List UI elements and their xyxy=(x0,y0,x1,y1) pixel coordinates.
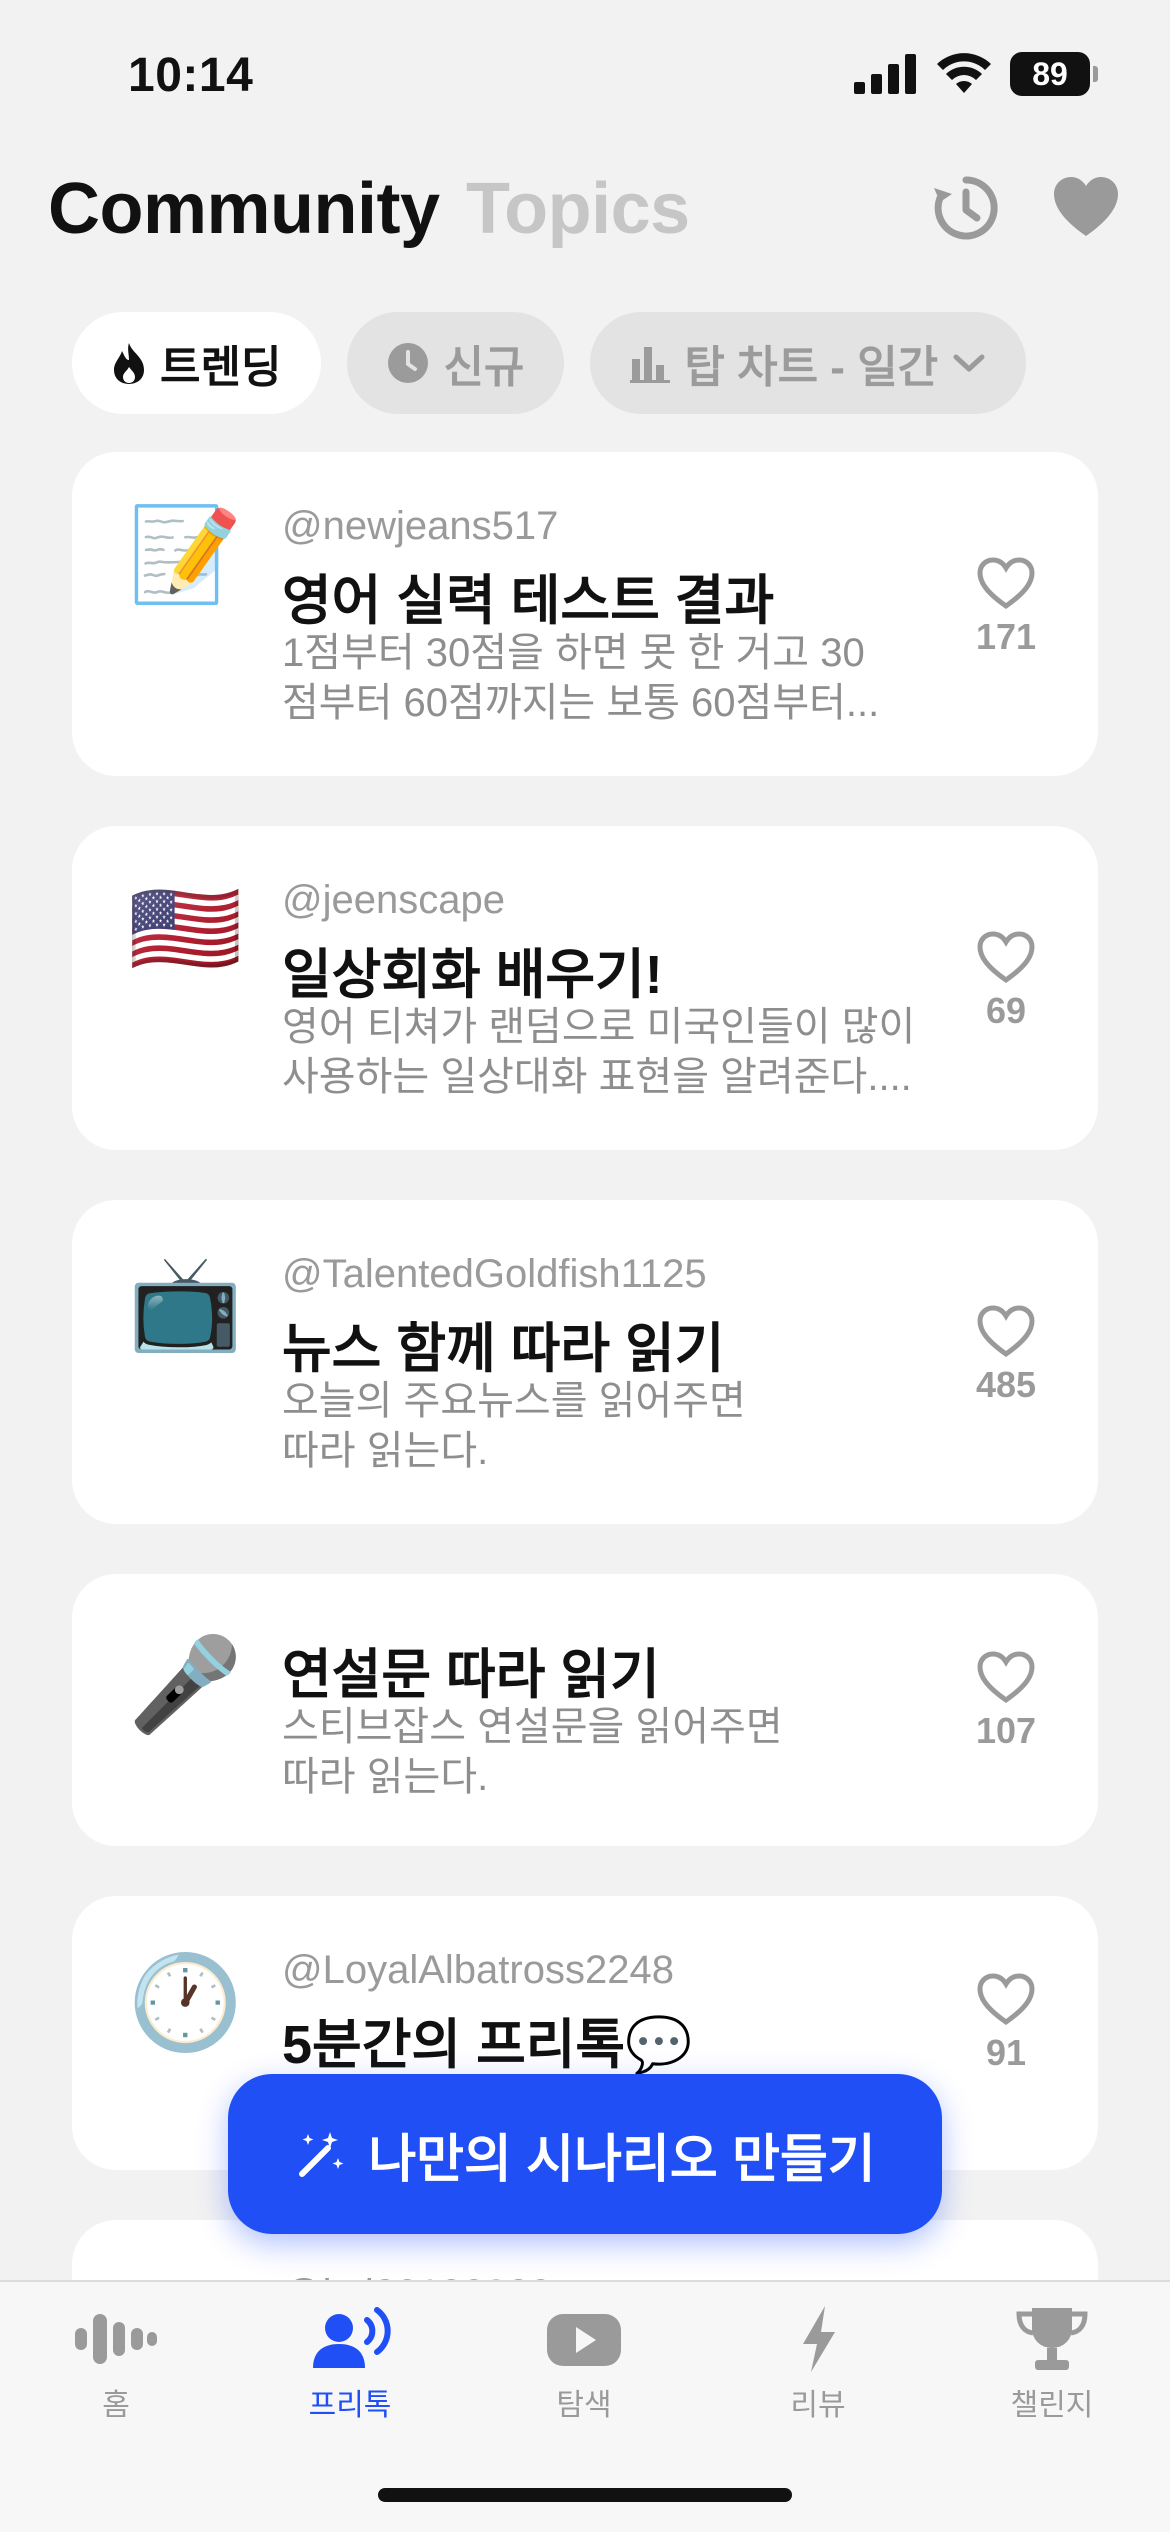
filter-trending[interactable]: 트렌딩 xyxy=(72,312,322,414)
person-speaking-icon xyxy=(313,2307,391,2368)
like-button[interactable]: 69 xyxy=(956,930,1056,1032)
create-scenario-button[interactable]: 나만의 시나리오 만들기 xyxy=(228,2074,942,2234)
battery-indicator: 89 xyxy=(1010,52,1098,96)
heart-outline-icon xyxy=(977,1651,1035,1704)
card-author: @LoyalAlbatross2248 xyxy=(282,1948,674,1992)
flame-icon xyxy=(114,343,144,384)
topic-card[interactable]: 📝 @newjeans517 영어 실력 테스트 결과 1점부터 30점을 하면… xyxy=(72,452,1098,776)
favorites-heart-icon[interactable] xyxy=(1050,172,1122,244)
card-description: 1점부터 30점을 하면 못 한 거고 30 점부터 60점까지는 보통 60점… xyxy=(282,628,922,728)
filter-trending-label: 트렌딩 xyxy=(160,343,282,392)
card-title: 일상회화 배우기! xyxy=(282,945,663,1005)
heart-outline-icon xyxy=(977,931,1035,984)
tab-challenge-label: 챌린지 xyxy=(1010,2389,1094,2422)
clock-face-icon: 🕐 xyxy=(128,1949,243,2056)
bar-chart-icon xyxy=(630,347,671,383)
play-icon xyxy=(547,2314,621,2366)
page-title[interactable]: Community xyxy=(48,168,440,250)
card-description-line: 따라 읽는다. xyxy=(282,1429,489,1473)
tab-explore-label: 탐색 xyxy=(556,2389,612,2422)
card-author: @newjeans517 xyxy=(282,504,559,548)
battery-level: 89 xyxy=(1032,55,1068,92)
filter-top-chart-label: 탑 차트 - 일간 xyxy=(684,343,939,392)
tab-explore[interactable]: 탐색 xyxy=(494,2304,674,2424)
like-button[interactable]: 107 xyxy=(956,1650,1056,1752)
filter-top-chart[interactable]: 탑 차트 - 일간 xyxy=(590,312,1027,414)
chevron-down-icon xyxy=(953,354,985,372)
tab-freetalk-label: 프리톡 xyxy=(308,2389,392,2422)
home-indicator[interactable] xyxy=(378,2488,792,2502)
tab-topics[interactable]: Topics xyxy=(466,168,690,250)
waveform-icon xyxy=(75,2314,157,2364)
topic-card[interactable]: 🎤 연설문 따라 읽기 스티브잡스 연설문을 읽어주면 따라 읽는다. 107 xyxy=(72,1574,1098,1846)
tab-home-label: 홈 xyxy=(102,2389,130,2422)
microphone-icon: 🎤 xyxy=(128,1631,243,1738)
magic-wand-icon xyxy=(299,2132,344,2177)
filter-chips: 트렌딩 신규 탑 차트 - 일간 xyxy=(72,312,1027,414)
filter-new[interactable]: 신규 xyxy=(347,312,565,414)
television-icon: 📺 xyxy=(128,1249,243,1356)
card-description-line: 점부터 60점까지는 보통 60점부터... xyxy=(282,681,880,725)
trophy-icon xyxy=(1016,2308,1088,2370)
cellular-signal-icon xyxy=(854,54,916,94)
card-description-line: 오늘의 주요뉴스를 읽어주면 xyxy=(282,1379,746,1423)
clock-icon xyxy=(388,343,429,383)
card-description-line: 스티브잡스 연설문을 읽어주면 xyxy=(282,1705,783,1749)
heart-outline-icon xyxy=(977,557,1035,610)
card-description-line: 영어 티쳐가 랜덤으로 미국인들이 많이 xyxy=(282,1005,916,1049)
heart-outline-icon xyxy=(977,1305,1035,1358)
tab-freetalk[interactable]: 프리톡 xyxy=(260,2304,440,2424)
like-button[interactable]: 171 xyxy=(956,556,1056,658)
card-title: 5분간의 프리톡💬 xyxy=(282,2015,693,2075)
card-description-line: 사용하는 일상대화 표현을 알려준다.... xyxy=(282,1055,912,1099)
status-icons: 89 xyxy=(854,52,1098,96)
lightning-icon xyxy=(803,2306,835,2372)
status-time: 10:14 xyxy=(128,49,254,102)
card-description: 오늘의 주요뉴스를 읽어주면 따라 읽는다. xyxy=(282,1376,922,1476)
card-description-line: 따라 읽는다. xyxy=(282,1755,489,1799)
card-description-line: 1점부터 30점을 하면 못 한 거고 30 xyxy=(282,631,865,675)
card-title: 연설문 따라 읽기 xyxy=(282,1645,660,1705)
like-count: 485 xyxy=(975,1364,1037,1405)
card-title: 영어 실력 테스트 결과 xyxy=(282,571,775,631)
like-count: 91 xyxy=(985,2032,1027,2073)
filter-new-label: 신규 xyxy=(443,343,525,392)
history-icon[interactable] xyxy=(930,172,1002,244)
card-author: @jeenscape xyxy=(282,878,505,922)
like-button[interactable]: 485 xyxy=(956,1304,1056,1406)
like-count: 171 xyxy=(975,616,1037,657)
us-flag-icon: 🇺🇸 xyxy=(128,875,243,982)
tab-review[interactable]: 리뷰 xyxy=(728,2304,908,2424)
create-scenario-label: 나만의 시나리오 만들기 xyxy=(368,2130,876,2189)
topic-card[interactable]: 📺 @TalentedGoldfish1125 뉴스 함께 따라 읽기 오늘의 … xyxy=(72,1200,1098,1524)
memo-icon: 📝 xyxy=(128,501,243,608)
like-count: 69 xyxy=(985,990,1027,1031)
card-description: 스티브잡스 연설문을 읽어주면 따라 읽는다. xyxy=(282,1702,922,1802)
like-count: 107 xyxy=(975,1710,1037,1751)
wifi-icon xyxy=(937,53,991,93)
card-description: 영어 티쳐가 랜덤으로 미국인들이 많이 사용하는 일상대화 표현을 알려준다.… xyxy=(282,1002,922,1102)
topic-card[interactable]: 🇺🇸 @jeenscape 일상회화 배우기! 영어 티쳐가 랜덤으로 미국인들… xyxy=(72,826,1098,1150)
status-bar: 10:14 89 xyxy=(0,0,1170,150)
tab-challenge[interactable]: 챌린지 xyxy=(962,2304,1142,2424)
card-title: 뉴스 함께 따라 읽기 xyxy=(282,1319,725,1379)
tab-review-label: 리뷰 xyxy=(790,2389,846,2422)
card-author: @TalentedGoldfish1125 xyxy=(282,1252,707,1296)
heart-outline-icon xyxy=(977,1973,1035,2026)
tab-home[interactable]: 홈 xyxy=(26,2304,206,2424)
like-button[interactable]: 91 xyxy=(956,1972,1056,2074)
header: Community Topics xyxy=(0,150,1170,270)
